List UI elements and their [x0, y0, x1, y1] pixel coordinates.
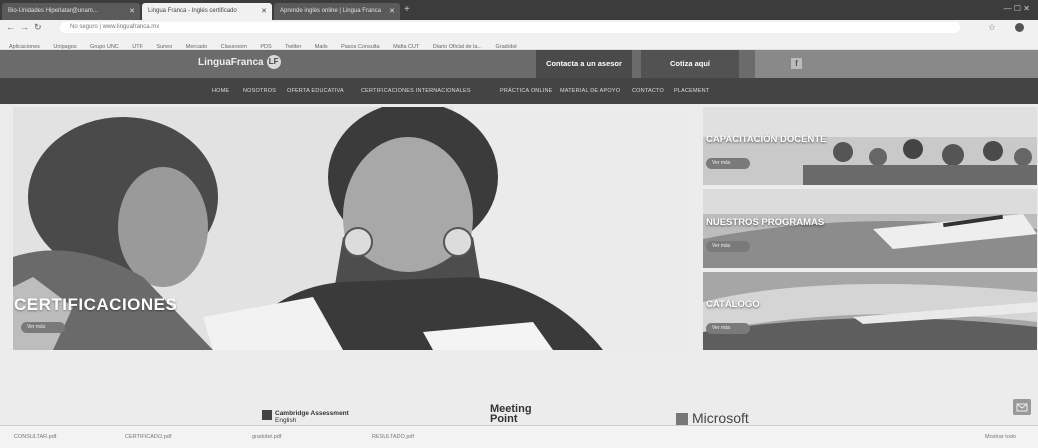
bookmark-item[interactable]: Gradobé	[495, 40, 516, 49]
browser-tab-1[interactable]: Bio-Unidades Hiperlatar@unam... ✕	[2, 3, 140, 20]
meeting-line2: Point	[490, 413, 518, 425]
bookmark-item[interactable]: Suneo	[156, 40, 172, 49]
card-more-button[interactable]: Ver más	[706, 241, 750, 252]
bookmark-item[interactable]: PDS	[260, 40, 271, 49]
tab-title: Lingua Franca - Inglés certificado	[148, 8, 237, 14]
card-photo	[703, 107, 1037, 185]
show-all-downloads[interactable]: Mostrar todo	[985, 432, 1016, 442]
hero-more-button[interactable]: Ver más	[21, 322, 65, 333]
browser-toolbar: ← → ↻ No seguro | www.linguafranca.mx ☆	[0, 20, 1038, 35]
contact-advisor-button[interactable]: Contacta a un asesor	[536, 50, 632, 78]
card-photo	[703, 272, 1037, 350]
social-bar: f	[755, 50, 1038, 78]
card-nuestros-programas[interactable]: NUESTROS PROGRAMAS Ver más	[703, 189, 1037, 268]
cambridge-line1: Cambridge Assessment	[275, 410, 349, 417]
microsoft-grid-icon	[676, 413, 688, 426]
close-tab-icon[interactable]: ✕	[129, 3, 135, 20]
nav-certificaciones[interactable]: CERTIFICACIONES INTERNACIONALES	[361, 78, 471, 104]
bookmarks-bar: Aplicaciones Unipagos Grupo UNC UTF Sune…	[0, 35, 1038, 50]
browser-tab-3[interactable]: Aprende inglés online | Lingua Franca ✕	[274, 3, 400, 20]
reload-icon[interactable]: ↻	[34, 20, 42, 35]
nav-oferta-educativa[interactable]: OFERTA EDUCATIVA	[287, 78, 344, 104]
meeting-point-logo[interactable]: Meeting Point	[490, 404, 532, 425]
card-title: CATÁLOGO	[706, 299, 760, 310]
bookmark-item[interactable]: Diario Oficial de la...	[433, 40, 482, 49]
browser-tab-2[interactable]: Lingua Franca - Inglés certificado ✕	[142, 3, 272, 20]
mail-icon[interactable]	[1013, 399, 1031, 415]
profile-avatar[interactable]	[1015, 23, 1024, 32]
facebook-icon[interactable]: f	[791, 58, 802, 69]
bookmark-item[interactable]: UTF	[132, 40, 143, 49]
card-catalogo[interactable]: CATÁLOGO Ver más	[703, 272, 1037, 350]
download-item[interactable]: CERTIFICADO.pdf	[125, 432, 171, 442]
card-photo	[703, 189, 1037, 268]
bookmark-item[interactable]: Grupo UNC	[90, 40, 119, 49]
bookmark-item[interactable]: Mercado	[186, 40, 207, 49]
nav-contacto[interactable]: CONTACTO	[632, 78, 664, 104]
microsoft-logo[interactable]: Microsoft	[676, 410, 749, 426]
nav-material-de-apoyo[interactable]: MATERIAL DE APOYO	[560, 78, 620, 104]
card-title: NUESTROS PROGRAMAS	[706, 217, 825, 228]
card-capacitacion-docente[interactable]: CAPACITACIÓN DOCENTE Ver más	[703, 107, 1037, 185]
quote-button[interactable]: Cotiza aquí	[641, 50, 739, 78]
download-item[interactable]: RESULTADO.pdf	[372, 432, 414, 442]
nav-nosotros[interactable]: NOSOTROS	[243, 78, 276, 104]
card-more-button[interactable]: Ver más	[706, 158, 750, 169]
main-navigation: HOME NOSOTROS OFERTA EDUCATIVA CERTIFICA…	[0, 78, 1038, 104]
bookmark-item[interactable]: Twitter	[285, 40, 301, 49]
site-header: LinguaFranca LF Contacta a un asesor Coti…	[0, 50, 1038, 78]
logo-badge-icon: LF	[266, 55, 281, 70]
tab-title: Bio-Unidades Hiperlatar@unam...	[8, 8, 98, 14]
bookmark-item[interactable]: Mails	[315, 40, 328, 49]
bookmark-item[interactable]: Aplicaciones	[9, 40, 40, 49]
bookmark-item[interactable]: Pasos Consulta	[341, 40, 380, 49]
download-item[interactable]: CONSULTAR.pdf	[14, 432, 56, 442]
bookmark-star-icon[interactable]: ☆	[988, 20, 996, 35]
nav-home[interactable]: HOME	[212, 78, 229, 104]
bookmark-item[interactable]: Unipagos	[53, 40, 76, 49]
close-tab-icon[interactable]: ✕	[389, 3, 395, 20]
browser-tab-strip: Bio-Unidades Hiperlatar@unam... ✕ Lingua…	[0, 0, 1038, 20]
site-logo[interactable]: LinguaFranca LF	[198, 55, 281, 71]
microsoft-text: Microsoft	[692, 410, 749, 426]
downloads-bar: CONSULTAR.pdf CERTIFICADO.pdf gradobé.pd…	[0, 425, 1038, 448]
hero-banner[interactable]: CERTIFICACIONES Ver más	[13, 107, 690, 350]
forward-icon[interactable]: →	[20, 20, 29, 35]
cambridge-shield-icon	[262, 410, 272, 420]
new-tab-button[interactable]: +	[404, 3, 410, 17]
bookmark-item[interactable]: Classroom	[221, 40, 247, 49]
close-tab-icon[interactable]: ✕	[261, 3, 267, 20]
tab-title: Aprende inglés online | Lingua Franca	[280, 8, 381, 14]
address-bar[interactable]: No seguro | www.linguafranca.mx	[60, 22, 960, 33]
cambridge-line2: English	[275, 417, 297, 424]
nav-placement[interactable]: PLACEMENT	[674, 78, 709, 104]
bookmark-item[interactable]: Mafia CUT	[393, 40, 419, 49]
card-more-button[interactable]: Ver más	[706, 323, 750, 334]
window-controls[interactable]: — ☐ ✕	[1004, 4, 1030, 13]
nav-practica-online[interactable]: PRÁCTICA ONLINE	[500, 78, 553, 104]
download-item[interactable]: gradobé.pdf	[252, 432, 281, 442]
hero-title: CERTIFICACIONES	[14, 295, 178, 314]
card-title: CAPACITACIÓN DOCENTE	[706, 134, 827, 145]
logo-text: LinguaFranca	[198, 57, 264, 68]
back-icon[interactable]: ←	[6, 20, 15, 35]
